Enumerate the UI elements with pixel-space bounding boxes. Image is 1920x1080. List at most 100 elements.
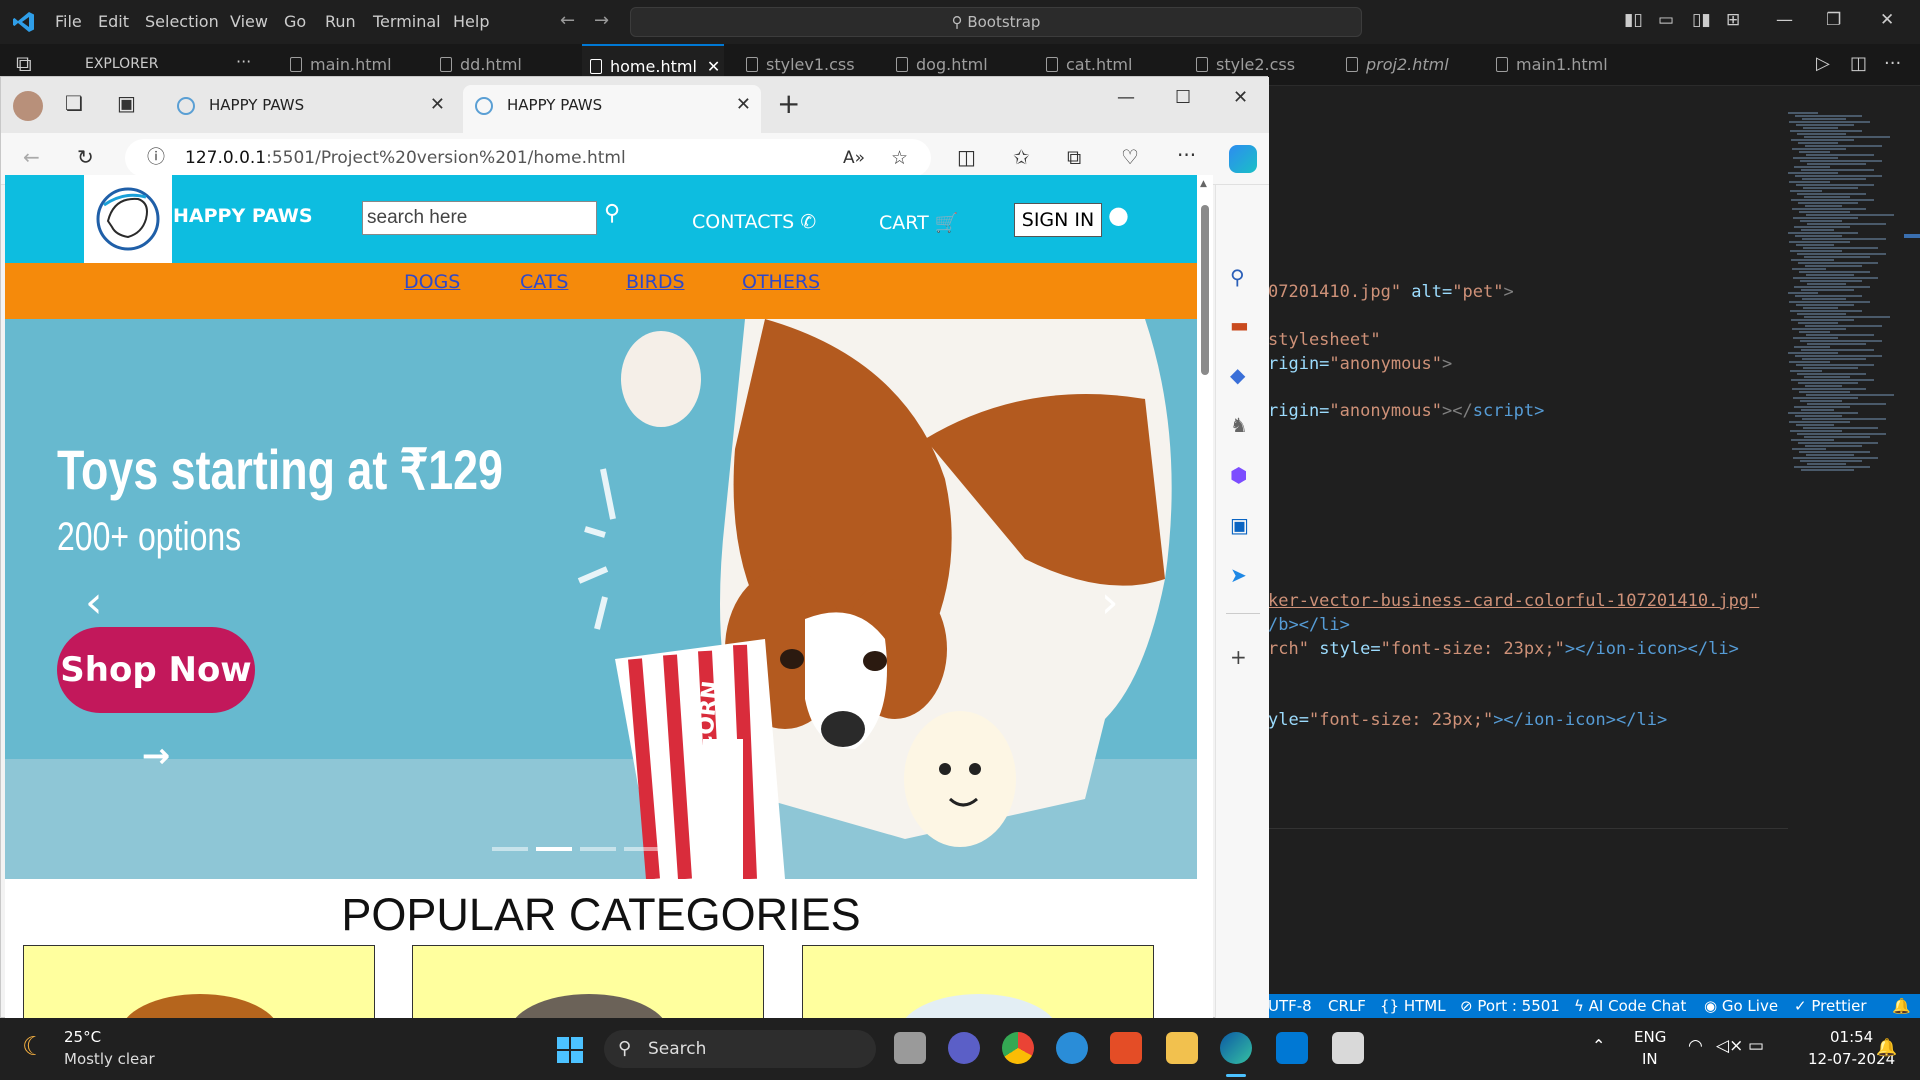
menu-selection[interactable]: Selection (145, 12, 219, 31)
tab-close-icon[interactable]: ✕ (430, 85, 445, 125)
status-go-live[interactable]: ◉ Go Live (1704, 997, 1778, 1015)
notifications-icon[interactable]: 🔔 (1892, 997, 1911, 1015)
user-avatar-icon[interactable]: ● (1108, 201, 1129, 229)
chrome-icon[interactable] (1002, 1032, 1034, 1064)
minimap[interactable] (1788, 112, 1908, 492)
notification-bell-icon[interactable]: 🔔 (1876, 1038, 1897, 1058)
chevron-up-icon[interactable]: ⌃ (1592, 1036, 1605, 1055)
menu-edit[interactable]: Edit (98, 12, 129, 31)
shop-now-button[interactable]: Shop Now → (57, 627, 255, 776)
cart-link[interactable]: CART 🛒 (879, 211, 958, 234)
toolbox-icon[interactable]: ▬ (1230, 313, 1249, 337)
microsoft365-icon[interactable]: ⬢ (1230, 463, 1247, 487)
site-logo[interactable] (84, 175, 172, 263)
tab-proj2-html[interactable]: proj2.html (1338, 44, 1449, 86)
snipping-tool-icon[interactable] (1332, 1032, 1364, 1064)
profile-avatar[interactable] (13, 91, 43, 121)
carousel-prev-icon[interactable]: ‹ (85, 577, 103, 628)
tag-icon[interactable]: ◆ (1230, 363, 1245, 387)
new-tab-button[interactable]: + (777, 87, 800, 120)
toggle-secondary-sidebar-icon[interactable]: ▯▮ (1692, 10, 1711, 30)
status-encoding[interactable]: UTF-8 (1268, 997, 1312, 1015)
explorer-activity-icon[interactable]: ⧉ (16, 52, 32, 77)
read-aloud-icon[interactable]: A» (843, 139, 865, 177)
category-card[interactable] (412, 945, 764, 1018)
menu-view[interactable]: View (230, 12, 268, 31)
category-card[interactable] (802, 945, 1154, 1018)
split-editor-icon[interactable]: ◫ (1850, 53, 1867, 74)
split-screen-icon[interactable]: ◫ (957, 145, 976, 169)
tab-close-icon[interactable]: ✕ (736, 85, 751, 125)
nav-link-dogs[interactable]: DOGS (404, 271, 460, 293)
restore-icon[interactable]: ❐ (1826, 10, 1841, 30)
menu-go[interactable]: Go (284, 12, 306, 31)
tab-main1-html[interactable]: main1.html (1488, 44, 1608, 86)
sign-in-button[interactable]: SIGN IN (1014, 203, 1102, 237)
vscode-icon[interactable] (1276, 1032, 1308, 1064)
browser-tab-2[interactable]: HAPPY PAWS ✕ (463, 85, 761, 133)
nav-link-others[interactable]: OTHERS (742, 271, 820, 293)
refresh-icon[interactable]: ↻ (77, 145, 94, 169)
customize-layout-icon[interactable]: ⊞ (1726, 10, 1740, 30)
explorer-more-icon[interactable]: ··· (236, 52, 251, 71)
carousel-indicator[interactable] (536, 847, 572, 851)
back-icon[interactable]: ← (23, 145, 40, 169)
carousel-indicator[interactable] (492, 847, 528, 851)
command-center-search[interactable]: ⚲ Bootstrap (630, 7, 1362, 37)
windows-start-icon[interactable] (556, 1036, 584, 1064)
settings-more-icon[interactable]: ··· (1177, 143, 1196, 167)
favorite-star-icon[interactable]: ☆ (891, 139, 908, 177)
browser-essentials-icon[interactable]: ♡ (1121, 145, 1139, 169)
nav-link-birds[interactable]: BIRDS (626, 271, 685, 293)
battery-icon[interactable]: ▭ (1748, 1036, 1764, 1056)
workspaces-icon[interactable]: ❏ (65, 91, 83, 115)
edge-icon[interactable] (1220, 1032, 1252, 1064)
collections-icon[interactable]: ⧉ (1067, 145, 1081, 169)
menu-file[interactable]: File (55, 12, 82, 31)
add-icon[interactable]: + (1230, 645, 1247, 669)
status-eol[interactable]: CRLF (1328, 997, 1366, 1015)
status-ai-chat[interactable]: ϟ AI Code Chat (1574, 997, 1686, 1015)
clock-time[interactable]: 01:54 (1830, 1028, 1873, 1046)
site-search-input[interactable] (362, 201, 597, 235)
games-icon[interactable]: ♞ (1230, 413, 1248, 437)
toggle-panel-icon[interactable]: ▭ (1658, 10, 1674, 30)
copilot-icon[interactable] (1229, 145, 1257, 173)
wifi-icon[interactable]: ◠ (1688, 1036, 1703, 1056)
carousel-next-icon[interactable]: › (1101, 577, 1119, 628)
toggle-sidebar-icon[interactable]: ▮▯ (1624, 10, 1643, 30)
language-bottom[interactable]: IN (1642, 1050, 1658, 1068)
status-prettier[interactable]: ✓ Prettier (1794, 997, 1867, 1015)
file-explorer-icon[interactable] (1166, 1032, 1198, 1064)
status-port[interactable]: ⊘ Port : 5501 (1460, 997, 1560, 1015)
search-icon[interactable]: ⚲ (604, 201, 620, 226)
minimize-icon[interactable]: — (1776, 10, 1793, 30)
menu-terminal[interactable]: Terminal (373, 12, 441, 31)
favorites-icon[interactable]: ✩ (1013, 145, 1030, 169)
weather-desc[interactable]: Mostly clear (64, 1050, 155, 1068)
browser-tab-1[interactable]: HAPPY PAWS ✕ (165, 85, 455, 133)
scrollbar-thumb[interactable] (1201, 205, 1209, 375)
taskbar-search[interactable]: ⚲ Search (604, 1030, 876, 1068)
close-icon[interactable]: ✕ (1233, 87, 1248, 108)
store-icon[interactable] (1110, 1032, 1142, 1064)
search-icon[interactable]: ⚲ (1230, 265, 1245, 289)
page-scrollbar[interactable]: ▲ (1197, 175, 1213, 1018)
code-editor[interactable]: 07201410.jpg" alt="pet"> stylesheet" rig… (1268, 86, 1920, 996)
task-view-icon[interactable] (894, 1032, 926, 1064)
tab-actions-icon[interactable]: ▣ (117, 91, 136, 115)
carousel-indicator[interactable] (580, 847, 616, 851)
teams-icon[interactable] (948, 1032, 980, 1064)
help-icon[interactable] (1056, 1032, 1088, 1064)
menu-run[interactable]: Run (325, 12, 356, 31)
status-language[interactable]: {} HTML (1380, 997, 1446, 1015)
send-icon[interactable]: ➤ (1230, 563, 1247, 587)
category-card[interactable] (23, 945, 375, 1018)
carousel-indicator[interactable] (624, 847, 660, 851)
back-arrow-icon[interactable]: ← (560, 10, 575, 31)
language-top[interactable]: ENG (1634, 1028, 1666, 1046)
site-brand[interactable]: HAPPY PAWS (173, 205, 313, 227)
outlook-icon[interactable]: ▣ (1230, 513, 1249, 537)
tab-close-icon[interactable]: ✕ (707, 57, 720, 76)
menu-help[interactable]: Help (453, 12, 489, 31)
